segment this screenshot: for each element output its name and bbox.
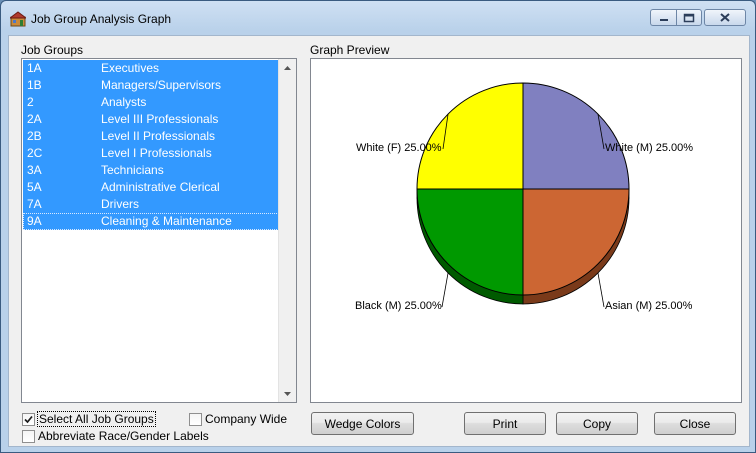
scroll-up-button[interactable] [279, 59, 296, 76]
slice-label-white-f: White (F) 25.00% [356, 142, 442, 154]
list-item[interactable]: 1B Managers/Supervisors [23, 77, 279, 94]
job-group-code: 1A [27, 61, 42, 75]
abbreviate-check-box[interactable] [22, 429, 35, 443]
window-title: Job Group Analysis Graph [31, 12, 172, 26]
job-group-code: 7A [27, 197, 42, 211]
job-group-code: 1B [27, 78, 42, 92]
job-groups-rows: 1A Executives 1B Managers/Supervisors 2 Analy… [23, 60, 279, 230]
list-item[interactable]: 2B Level II Professionals [23, 128, 279, 145]
company-wide-label: Company Wide [205, 412, 288, 426]
close-icon [720, 13, 730, 22]
abbreviate-checkbox[interactable]: Abbreviate Race/Gender Labels [22, 429, 209, 443]
graph-preview: White (M) 25.00% Asian (M) 25.00% Black … [310, 58, 742, 403]
checkmark-icon [24, 415, 33, 423]
list-item[interactable]: 7A Drivers [23, 196, 279, 213]
scroll-down-button[interactable] [279, 385, 296, 402]
wedge-colors-button[interactable]: Wedge Colors [311, 412, 414, 435]
job-group-code: 2 [27, 95, 34, 109]
select-all-label: Select All Job Groups [37, 411, 156, 427]
leader-line [441, 272, 449, 308]
job-groups-label: Job Groups [21, 43, 84, 57]
minimize-icon [659, 18, 668, 21]
print-button[interactable]: Print [464, 412, 546, 435]
pie-slice [416, 188, 524, 296]
job-group-name: Administrative Clerical [101, 180, 220, 194]
graph-preview-label: Graph Preview [310, 43, 390, 57]
job-group-name: Executives [101, 61, 160, 75]
abbreviate-label: Abbreviate Race/Gender Labels [38, 429, 209, 443]
list-item[interactable]: 1A Executives [23, 60, 279, 77]
job-group-name: Managers/Supervisors [101, 78, 222, 92]
job-group-code: 2B [27, 129, 42, 143]
window-controls [650, 9, 702, 27]
slice-label-white-m: White (M) 25.00% [605, 142, 694, 154]
pie-slice [522, 188, 630, 296]
list-item[interactable]: 2 Analysts [23, 94, 279, 111]
pie-chart [416, 82, 630, 308]
select-all-check-box[interactable] [22, 412, 35, 426]
minimize-button[interactable] [650, 9, 676, 26]
job-group-name: Level II Professionals [101, 129, 216, 143]
job-group-code: 2C [27, 146, 43, 160]
slice-label-asian-m: Asian (M) 25.00% [605, 300, 693, 312]
company-wide-checkbox[interactable]: Company Wide [189, 412, 287, 426]
list-item[interactable]: 5A Administrative Clerical [23, 179, 279, 196]
list-item[interactable]: 2C Level I Professionals [23, 145, 279, 162]
job-group-code: 5A [27, 180, 42, 194]
pie-slice [522, 82, 630, 190]
dialog-client: Job Groups 1A Executives 1B Managers/Superv… [8, 35, 750, 447]
app-icon [8, 11, 28, 27]
job-group-name: Technicians [101, 163, 164, 177]
company-wide-check-box[interactable] [189, 412, 202, 426]
arrow-up-icon [284, 65, 291, 70]
job-group-code: 2A [27, 112, 42, 126]
job-groups-list[interactable]: 1A Executives 1B Managers/Supervisors 2 Analy… [21, 58, 297, 403]
arrow-down-icon [284, 391, 291, 396]
slice-label-black-m: Black (M) 25.00% [355, 300, 442, 312]
job-group-name: Level III Professionals [101, 112, 219, 126]
list-item[interactable]: 9A Cleaning & Maintenance [23, 213, 279, 230]
maximize-icon [683, 13, 695, 22]
job-group-name: Cleaning & Maintenance [101, 214, 232, 228]
list-item[interactable]: 2A Level III Professionals [23, 111, 279, 128]
select-all-checkbox[interactable]: Select All Job Groups [22, 411, 156, 427]
close-window-button[interactable] [704, 9, 746, 26]
job-group-name: Level I Professionals [101, 146, 212, 160]
list-item[interactable]: 3A Technicians [23, 162, 279, 179]
list-scrollbar[interactable] [278, 59, 296, 402]
maximize-button[interactable] [676, 9, 702, 26]
job-group-code: 3A [27, 163, 42, 177]
job-group-name: Drivers [101, 197, 139, 211]
window: Job Group Analysis Graph Job Groups 1A Ex… [0, 0, 756, 453]
title-bar[interactable]: Job Group Analysis Graph [1, 1, 755, 35]
pie-slice [416, 82, 524, 190]
close-button[interactable]: Close [654, 412, 736, 435]
copy-button[interactable]: Copy [556, 412, 638, 435]
leader-line [597, 272, 605, 308]
job-group-code: 9A [27, 214, 42, 228]
job-group-name: Analysts [101, 95, 147, 109]
